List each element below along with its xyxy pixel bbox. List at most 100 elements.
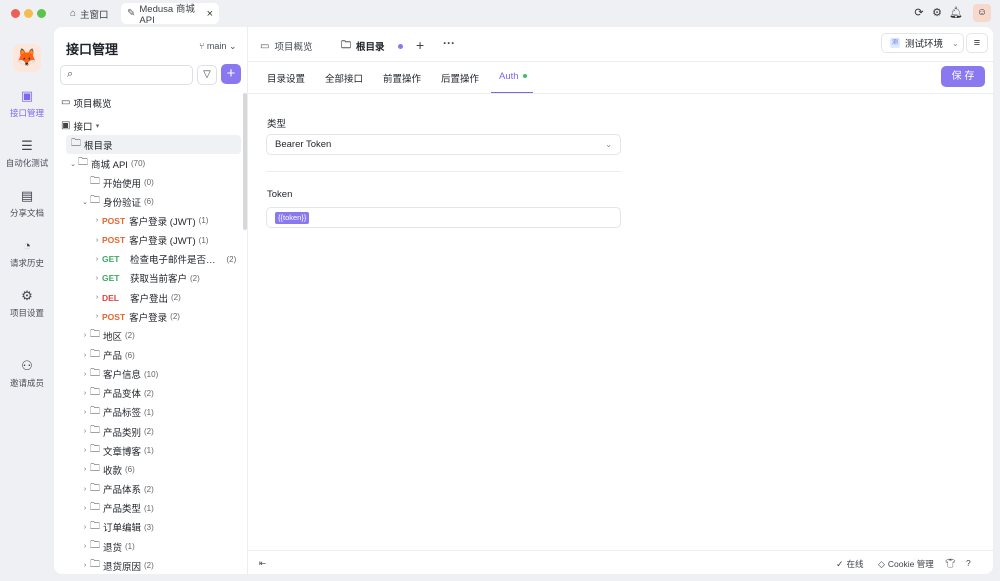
rail-item-share-docs[interactable]: ▤ 分享文档: [0, 188, 54, 219]
window-tab-home[interactable]: ⌂ 主窗口: [64, 3, 115, 24]
minimize-window-button[interactable]: [24, 9, 33, 18]
chevron-down-icon[interactable]: ⌄: [80, 198, 90, 206]
tab-all-interfaces[interactable]: 全部接口: [325, 71, 363, 85]
chevron-right-icon[interactable]: ›: [80, 390, 90, 397]
tree-item-overview[interactable]: ▭ 项目概览: [61, 93, 247, 112]
chevron-right-icon[interactable]: ›: [80, 371, 90, 378]
tree-item-folder[interactable]: › 🗀︎ 订单编辑 (3): [80, 518, 247, 537]
tree-item-endpoint[interactable]: › DEL 客户登出 (2): [92, 288, 247, 307]
chevron-right-icon[interactable]: ›: [92, 237, 102, 244]
search-input[interactable]: ⌕: [60, 65, 193, 85]
tree-item-label: 产品体系: [103, 485, 142, 497]
tree-item-endpoint[interactable]: › GET 获取当前客户 (2): [92, 269, 247, 288]
chevron-right-icon[interactable]: ›: [80, 352, 90, 359]
tree-item-folder[interactable]: › 🗀︎ 文章博客 (1): [80, 441, 247, 460]
shirt-icon[interactable]: 👕︎: [945, 558, 956, 569]
chevron-right-icon[interactable]: ›: [92, 256, 102, 263]
chevron-right-icon[interactable]: ›: [80, 486, 90, 493]
tree-item-folder[interactable]: › 🗀︎ 退货原因 (2): [80, 556, 247, 574]
rail-item-settings[interactable]: ⚙ 项目设置: [0, 288, 54, 319]
sync-icon[interactable]: ⟳: [913, 7, 925, 19]
chevron-right-icon[interactable]: ›: [80, 524, 90, 531]
rail-item-automation[interactable]: ☰ 自动化测试: [0, 138, 54, 169]
token-variable[interactable]: {{token}}: [275, 212, 310, 224]
folder-icon: 🗀︎: [90, 520, 100, 532]
chevron-right-icon[interactable]: ›: [92, 217, 102, 224]
tab-post-operations[interactable]: 后置操作: [441, 71, 479, 85]
maximize-window-button[interactable]: [37, 9, 46, 18]
rail-item-invite[interactable]: ⚇ 邀请成员: [0, 358, 54, 389]
tree-item-folder[interactable]: › 🗀︎ 客户信息 (10): [80, 365, 247, 384]
add-button[interactable]: +: [221, 64, 241, 84]
folder-icon: 🗀︎: [90, 482, 100, 494]
save-button[interactable]: 保 存: [941, 66, 985, 87]
cookie-icon: ◇: [878, 558, 885, 569]
main-panel: ▭ 项目概览 🗀︎ 根目录 + ··· 测 测试环境 ⌄ ≡ 目录设置 全部接口…: [247, 27, 994, 574]
tree-item-folder[interactable]: › 🗀︎ 产品体系 (2): [80, 480, 247, 499]
help-icon[interactable]: ?: [966, 558, 971, 568]
tab-directory-settings[interactable]: 目录设置: [267, 71, 305, 85]
environment-icon: 测: [890, 38, 900, 48]
chevron-right-icon[interactable]: ›: [80, 466, 90, 473]
token-field[interactable]: {{token}}: [266, 207, 621, 228]
tree-item-folder[interactable]: › 🗀︎ 地区 (2): [80, 326, 247, 345]
tree-item-folder[interactable]: › 🗀︎ 产品标签 (1): [80, 403, 247, 422]
project-logo[interactable]: 🦊: [13, 44, 41, 72]
menu-button[interactable]: ≡: [966, 33, 988, 53]
online-status[interactable]: ✓ 在线: [836, 558, 864, 570]
tree-item-folder[interactable]: › 🗀︎ 产品类型 (1): [80, 499, 247, 518]
tree-item-endpoint[interactable]: › GET 检查电子邮件是否… (2): [92, 250, 247, 269]
tree-item-folder[interactable]: › 🗀︎ 收款 (6): [80, 460, 247, 479]
tab-pre-operations[interactable]: 前置操作: [383, 71, 421, 85]
bell-icon[interactable]: 🔔︎: [949, 7, 963, 19]
tab-overview[interactable]: ▭ 项目概览: [260, 35, 312, 57]
chevron-right-icon[interactable]: ›: [92, 313, 102, 320]
tree-item-folder[interactable]: 🗀︎ 开始使用 (0): [80, 173, 247, 192]
chevron-right-icon[interactable]: ›: [80, 428, 90, 435]
item-count: (1): [125, 542, 135, 551]
folder-icon: 🗀︎: [90, 540, 100, 551]
tab-root[interactable]: 🗀︎ 根目录: [341, 35, 403, 57]
close-window-button[interactable]: [11, 9, 20, 18]
cookie-manager-button[interactable]: ◇ Cookie 管理: [878, 558, 934, 570]
tree-item-folder[interactable]: › 🗀︎ 退货 (1): [80, 537, 247, 556]
window-tab-project[interactable]: ✎ Medusa 商城 API ×: [121, 3, 219, 26]
chevron-down-icon[interactable]: ⌄: [68, 160, 78, 168]
chevron-right-icon[interactable]: ›: [92, 294, 102, 301]
tree-item-folder[interactable]: ⌄ 🗀︎ 商城 API (70): [68, 154, 247, 173]
tree-item-folder[interactable]: › 🗀︎ 产品变体 (2): [80, 384, 247, 403]
tree-item-endpoint[interactable]: › POST 客户登录 (JWT) (1): [92, 231, 247, 250]
filter-button[interactable]: ▽: [197, 65, 217, 85]
chevron-right-icon[interactable]: ›: [92, 275, 102, 282]
new-tab-button[interactable]: +: [416, 37, 424, 53]
avatar[interactable]: ☺: [973, 4, 991, 22]
gear-icon[interactable]: ⚙: [931, 7, 943, 19]
chevron-right-icon[interactable]: ›: [80, 447, 90, 454]
close-tab-icon[interactable]: ×: [207, 8, 213, 20]
chevron-right-icon[interactable]: ›: [80, 543, 90, 550]
chevron-right-icon[interactable]: ›: [80, 409, 90, 416]
environment-select[interactable]: 测 测试环境 ⌄: [881, 33, 964, 53]
tree-item-folder[interactable]: ⌄ 🗀︎ 身份验证 (6): [80, 192, 247, 211]
rail-item-api-management[interactable]: ▣ 接口管理: [0, 88, 54, 119]
folder-icon: 🗀︎: [90, 444, 100, 456]
chevron-right-icon[interactable]: ›: [80, 562, 90, 569]
chevron-right-icon[interactable]: ›: [80, 332, 90, 339]
tree-item-interfaces[interactable]: ▣ 接口 ▾: [61, 116, 247, 135]
tree-item-endpoint[interactable]: › POST 客户登录 (JWT) (1): [92, 211, 247, 230]
more-icon[interactable]: ···: [443, 36, 455, 50]
tree-item-folder[interactable]: › 🗀︎ 产品 (6): [80, 346, 247, 365]
item-count: (2): [226, 254, 237, 264]
branch-selector[interactable]: ⑂ main ⌄: [199, 41, 237, 52]
collapse-sidebar-icon[interactable]: ⇤: [259, 558, 266, 569]
rail-item-history[interactable]: ◔ 请求历史: [0, 238, 54, 269]
sidebar-title: 接口管理: [66, 42, 119, 57]
tab-auth[interactable]: Auth: [499, 71, 527, 82]
rail-item-label: 接口管理: [9, 108, 44, 118]
tree-item-label: 产品: [103, 351, 123, 362]
tree-item-root[interactable]: 🗀︎ 根目录: [66, 135, 241, 154]
auth-type-select[interactable]: Bearer Token ⌄: [266, 134, 621, 155]
tree-item-folder[interactable]: › 🗀︎ 产品类别 (2): [80, 422, 247, 441]
chevron-right-icon[interactable]: ›: [80, 505, 90, 512]
tree-item-endpoint[interactable]: › POST 客户登录 (2): [92, 307, 247, 326]
